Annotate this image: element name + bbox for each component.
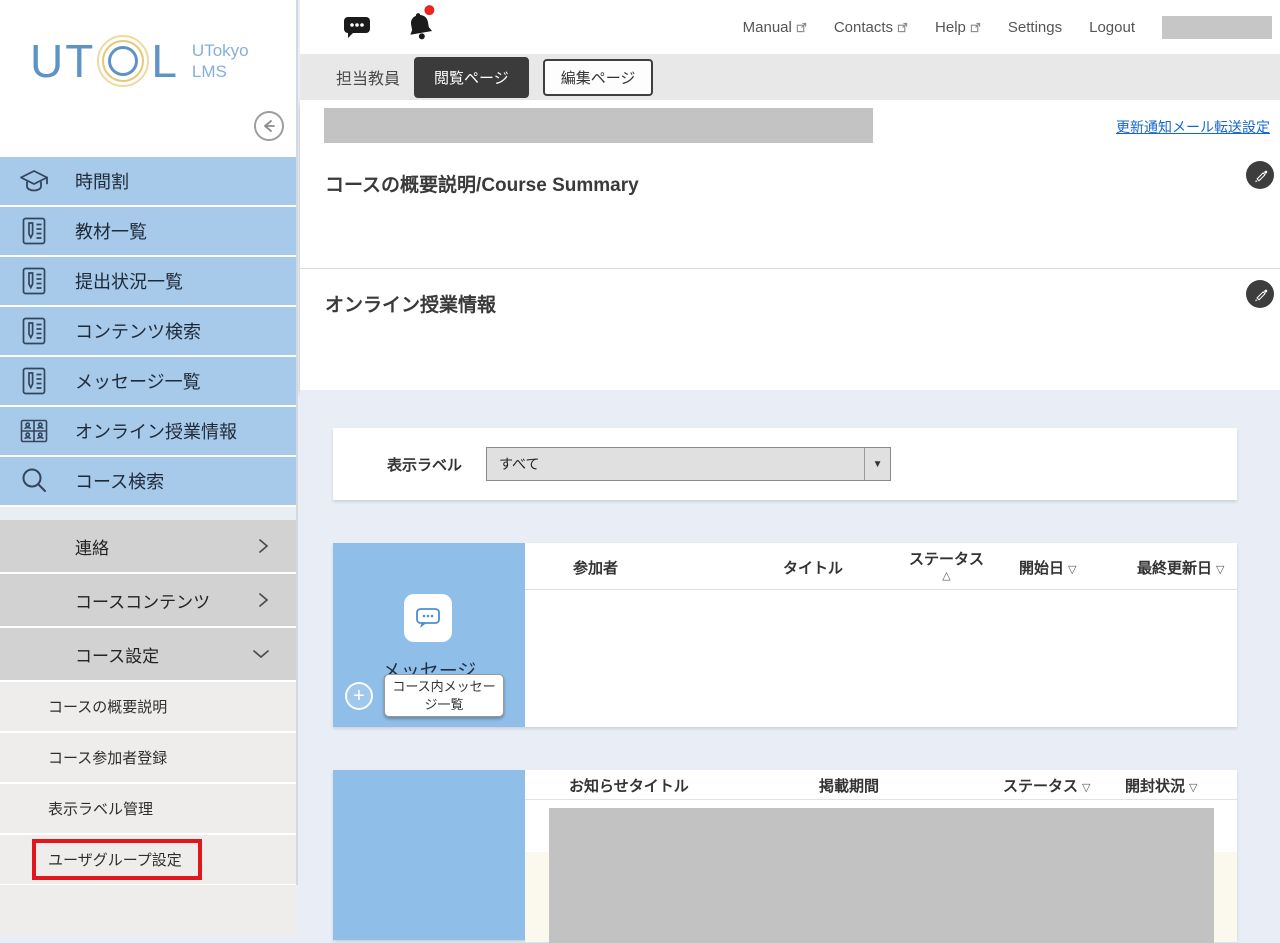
tab-edit-page[interactable]: 編集ページ xyxy=(543,59,654,96)
chat-bubble-icon xyxy=(342,15,372,40)
sidebar-item-course-search[interactable]: コース検索 xyxy=(0,457,296,505)
sidebar-item-timetable[interactable]: 時間割 xyxy=(0,157,296,205)
manual-link[interactable]: Manual xyxy=(743,19,807,36)
mail-transfer-settings-link[interactable]: 更新通知メール転送設定 xyxy=(1116,117,1270,137)
utol-logo: UT L UTokyo LMS xyxy=(0,0,296,88)
settings-link[interactable]: Settings xyxy=(1008,19,1062,36)
add-message-button[interactable]: + xyxy=(345,682,373,710)
sidebar-group-course-settings[interactable]: コース設定 xyxy=(0,628,296,680)
search-icon xyxy=(17,466,51,496)
notices-panel-side xyxy=(333,770,525,940)
clipboard-icon xyxy=(17,216,51,246)
sort-desc-icon: ▽ xyxy=(1216,564,1224,576)
top-navbar: Manual Contacts Help xyxy=(300,0,1280,54)
sidebar-item-content-search[interactable]: コンテンツ検索 xyxy=(0,307,296,355)
course-title-redacted xyxy=(324,108,873,143)
chevron-right-icon xyxy=(256,538,270,554)
clipboard-icon xyxy=(17,266,51,296)
contacts-link[interactable]: Contacts xyxy=(834,19,908,36)
sidebar-item-materials[interactable]: 教材一覧 xyxy=(0,207,296,255)
message-icon-tile xyxy=(404,594,452,642)
sidebar-collapse-button[interactable] xyxy=(254,111,284,141)
course-message-list-button[interactable]: コース内メッセージ一覧 xyxy=(384,674,504,717)
column-status-sort[interactable]: ステータス △ xyxy=(909,548,984,582)
notices-panel: お知らせタイトル 掲載期間 ステータス▽ 開封状況▽ xyxy=(333,770,1237,940)
sort-desc-icon: ▽ xyxy=(1068,564,1076,576)
sidebar-group-course-contents[interactable]: コースコンテンツ xyxy=(0,574,296,626)
sidebar: UT L UTokyo LMS 時間割 xyxy=(0,0,298,885)
column-title: タイトル xyxy=(783,557,843,578)
sidebar-subitem-label-management[interactable]: 表示ラベル管理 xyxy=(0,784,296,833)
sort-asc-icon: △ xyxy=(909,569,984,582)
clipboard-icon xyxy=(17,316,51,346)
sidebar-group-contact[interactable]: 連絡 xyxy=(0,520,296,572)
column-participants: 参加者 xyxy=(573,557,618,578)
logo-o-rings xyxy=(97,35,149,87)
edit-course-summary-button[interactable] xyxy=(1246,161,1274,189)
pencil-icon xyxy=(1253,168,1268,183)
content-area: 表示ラベル すべて ▼ メッセージ + xyxy=(300,390,1280,885)
select-value: すべて xyxy=(487,454,539,474)
label-filter-panel: 表示ラベル すべて ▼ xyxy=(333,428,1237,500)
dropdown-arrow-icon: ▼ xyxy=(864,448,890,480)
sidebar-subitem-course-summary[interactable]: コースの概要説明 xyxy=(0,682,296,731)
sidebar-subitem-partial xyxy=(0,886,296,935)
sidebar-section-gap xyxy=(0,507,296,520)
sidebar-subitem-user-group-settings[interactable]: ユーザグループ設定 xyxy=(0,835,296,884)
logo-area: UT L UTokyo LMS xyxy=(0,0,296,157)
chevron-right-icon xyxy=(256,592,270,608)
sidebar-item-online-class[interactable]: オンライン授業情報 xyxy=(0,407,296,455)
sidebar-item-message-list[interactable]: メッセージ一覧 xyxy=(0,357,296,405)
section-divider xyxy=(300,268,1280,269)
logo-subtitle-2: LMS xyxy=(192,61,249,82)
clipboard-icon xyxy=(17,366,51,396)
help-link[interactable]: Help xyxy=(935,19,981,36)
notifications-button[interactable] xyxy=(402,8,437,45)
notice-content-redacted xyxy=(549,808,1214,943)
sort-desc-icon: ▽ xyxy=(1189,782,1197,794)
filter-label: 表示ラベル xyxy=(387,454,462,475)
section-title-online-class: オンライン授業情報 xyxy=(325,290,496,317)
notices-table-header: お知らせタイトル 掲載期間 ステータス▽ 開封状況▽ xyxy=(525,770,1237,800)
column-posting-period: 掲載期間 xyxy=(819,775,879,796)
arrow-left-icon xyxy=(260,117,278,135)
section-title-course-summary: コースの概要説明/Course Summary xyxy=(325,170,639,197)
external-link-icon xyxy=(796,22,807,33)
logo-subtitle-1: UTokyo xyxy=(192,40,249,61)
username-redacted xyxy=(1162,16,1272,39)
external-link-icon xyxy=(897,22,908,33)
chevron-down-icon xyxy=(252,648,270,660)
graduation-cap-icon xyxy=(17,168,51,194)
label-filter-select[interactable]: すべて ▼ xyxy=(486,447,891,481)
main-area: Manual Contacts Help xyxy=(300,0,1280,885)
chat-bubble-icon xyxy=(415,606,441,630)
chat-button[interactable] xyxy=(342,15,372,40)
column-last-updated-sort[interactable]: 最終更新日▽ xyxy=(1137,557,1224,578)
sort-desc-icon: ▽ xyxy=(1082,782,1090,794)
column-start-date-sort[interactable]: 開始日▽ xyxy=(1019,557,1076,578)
page-tabbar: 担当教員 閲覧ページ 編集ページ xyxy=(300,54,1280,100)
edit-online-class-button[interactable] xyxy=(1246,280,1274,308)
messages-table-header: 参加者 タイトル ステータス △ 開始日▽ 最終更新日▽ xyxy=(525,543,1237,590)
tab-view-page[interactable]: 閲覧ページ xyxy=(414,57,529,98)
column-status-sort[interactable]: ステータス▽ xyxy=(1003,775,1090,796)
course-overview-panel: 更新通知メール転送設定 コースの概要説明/Course Summary オンライ… xyxy=(300,100,1280,390)
sidebar-subitem-participants[interactable]: コース参加者登録 xyxy=(0,733,296,782)
messages-panel-side: メッセージ + コース内メッセージ一覧 xyxy=(333,543,525,727)
role-label: 担当教員 xyxy=(336,65,400,89)
logout-link[interactable]: Logout xyxy=(1089,19,1135,36)
sidebar-item-submissions[interactable]: 提出状況一覧 xyxy=(0,257,296,305)
column-notice-title: お知らせタイトル xyxy=(569,775,689,796)
external-link-icon xyxy=(970,22,981,33)
column-read-status-sort[interactable]: 開封状況▽ xyxy=(1125,775,1197,796)
messages-panel: メッセージ + コース内メッセージ一覧 参加者 タイトル ステータス △ 開始日… xyxy=(333,543,1237,727)
video-grid-icon xyxy=(17,417,51,445)
pencil-icon xyxy=(1253,287,1268,302)
